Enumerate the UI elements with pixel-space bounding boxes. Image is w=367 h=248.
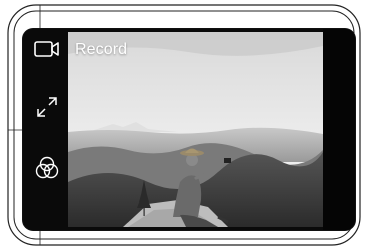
camera-controls-bar: [23, 29, 68, 230]
video-camera-icon[interactable]: [33, 35, 61, 63]
record-label[interactable]: Record: [75, 41, 127, 59]
camera-viewfinder[interactable]: [68, 32, 323, 227]
mountain-scene-photo: [68, 32, 323, 227]
right-bezel: [323, 29, 355, 230]
expand-icon[interactable]: [33, 93, 61, 121]
filters-icon[interactable]: [33, 154, 61, 182]
camera-device: Record: [23, 29, 355, 230]
